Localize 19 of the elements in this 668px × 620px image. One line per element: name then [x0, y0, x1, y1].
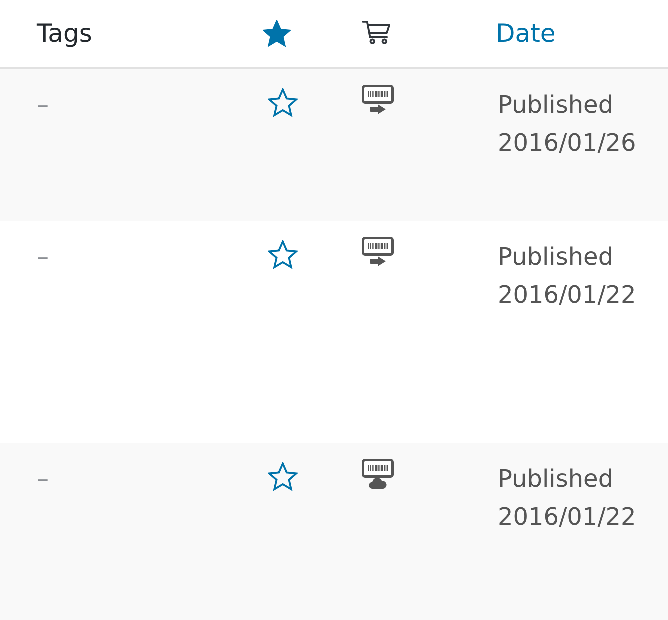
status-text: Published: [498, 242, 614, 273]
tags-value: –: [37, 242, 49, 273]
star-icon[interactable]: [268, 88, 298, 117]
column-header: Tags: [37, 18, 92, 48]
cart-icon: [362, 20, 391, 45]
date-text: 2016/01/22: [498, 502, 636, 533]
label-cloud-icon: [362, 459, 394, 489]
star-icon[interactable]: [268, 462, 298, 491]
star-icon: [263, 20, 291, 47]
label-arrow-icon: [362, 237, 394, 267]
tags-value: –: [37, 90, 49, 121]
date-text: 2016/01/26: [498, 128, 636, 159]
column-sort-link[interactable]: Date: [496, 18, 556, 48]
star-icon[interactable]: [268, 240, 298, 269]
date-text: 2016/01/22: [498, 280, 636, 311]
status-text: Published: [498, 90, 614, 121]
label-arrow-icon: [362, 85, 394, 115]
status-text: Published: [498, 464, 614, 495]
tags-value: –: [37, 464, 49, 495]
